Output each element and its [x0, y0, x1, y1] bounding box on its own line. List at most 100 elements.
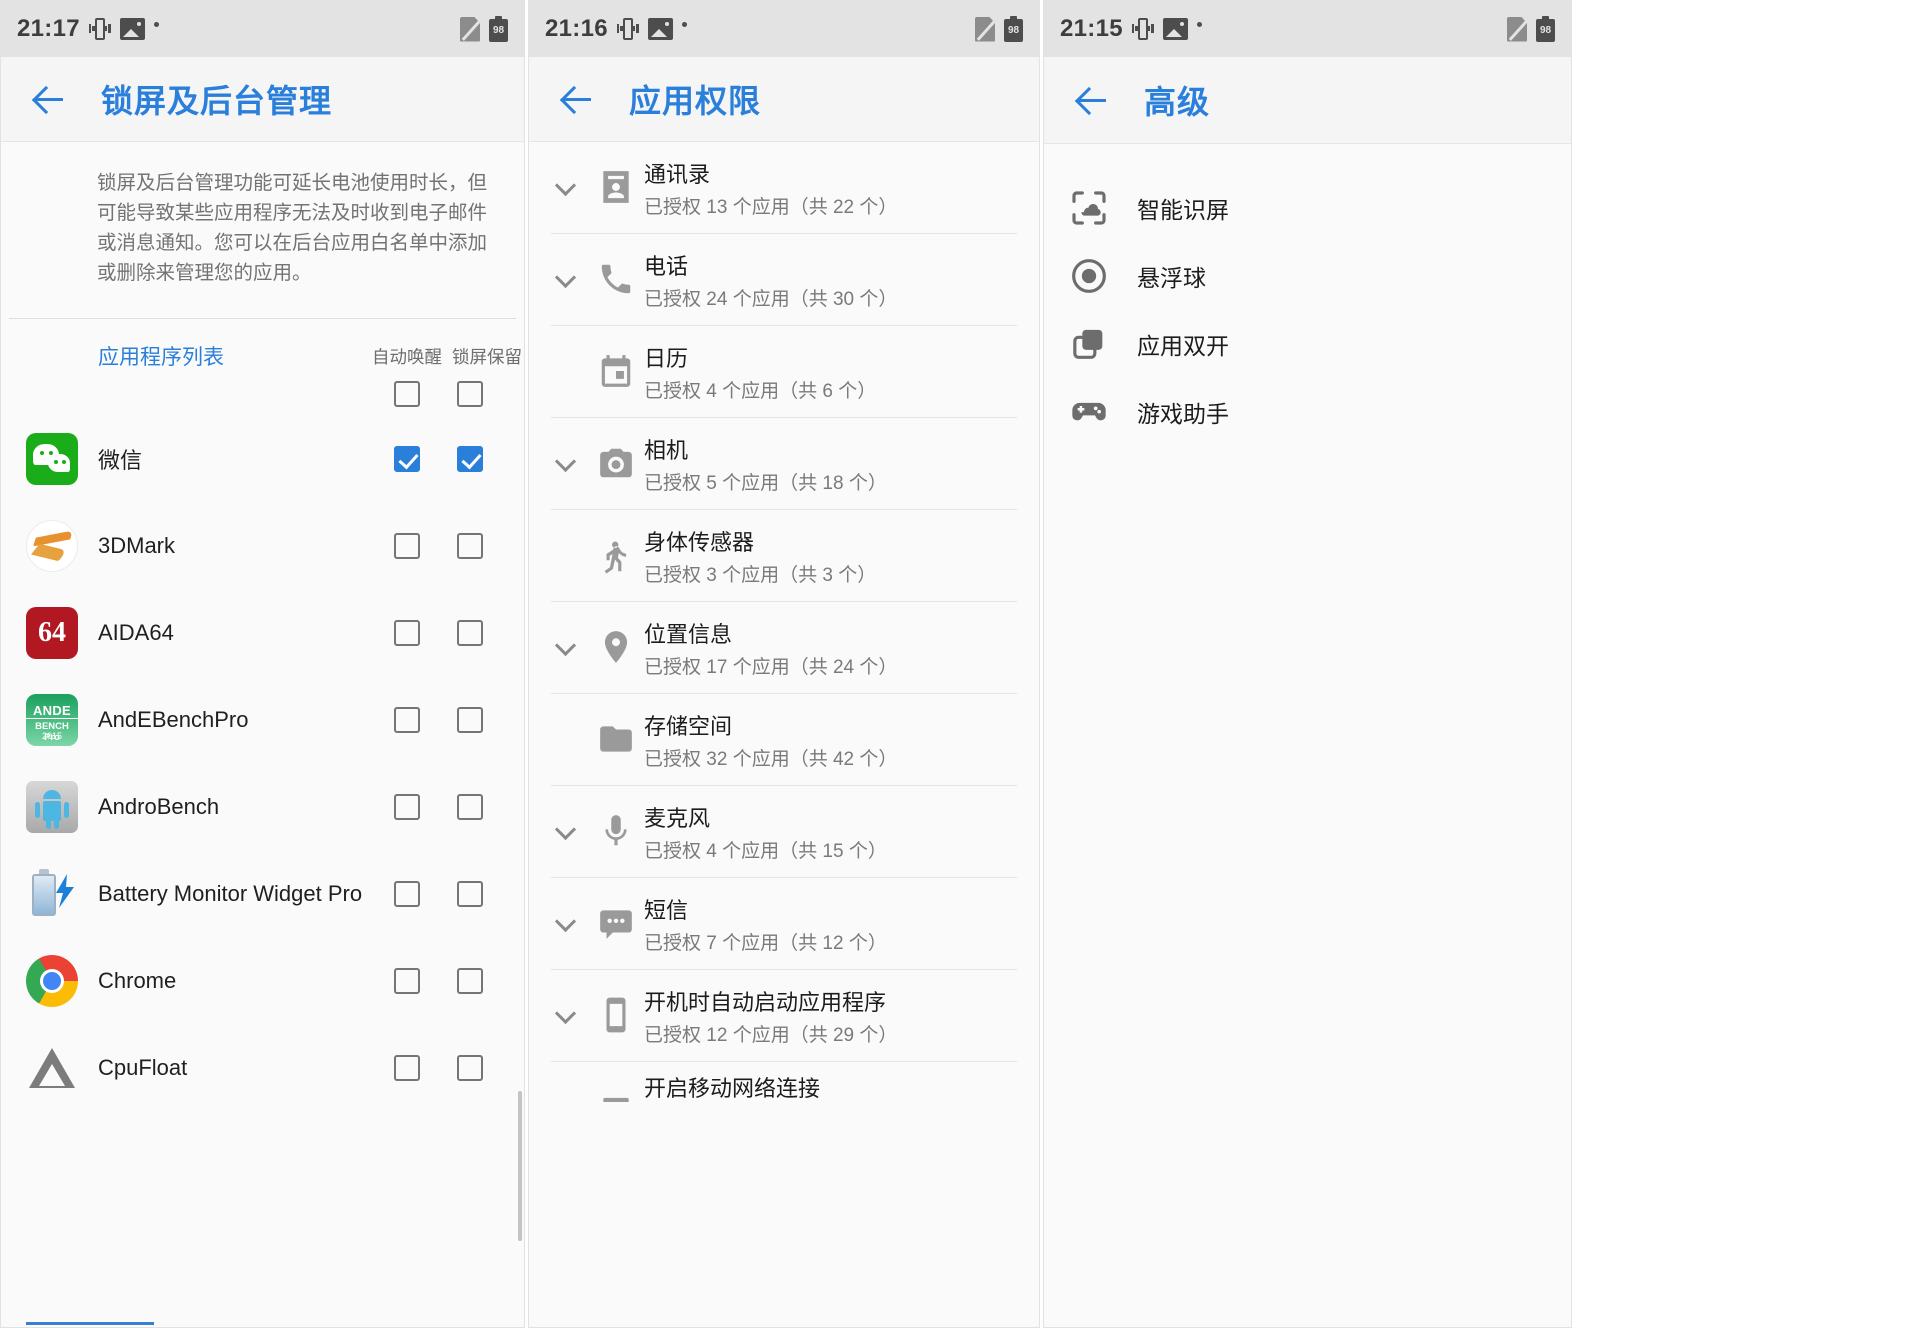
- phone-icon: [597, 260, 635, 298]
- battery-percent: 98: [1007, 24, 1020, 36]
- list-item-smart-screen-recognition[interactable]: 智能识屏: [1044, 174, 1571, 241]
- list-item[interactable]: 位置信息 已授权 17 个应用（共 24 个）: [529, 602, 1039, 693]
- list-item-game-assistant[interactable]: 游戏助手: [1044, 378, 1571, 445]
- back-arrow-icon[interactable]: [27, 76, 73, 122]
- phone-device-icon: [597, 996, 635, 1034]
- chevron-down-icon[interactable]: [556, 914, 576, 934]
- app-name: AndroBench: [98, 793, 220, 819]
- checkbox-keep-on-lock[interactable]: [457, 532, 483, 559]
- app-name: Battery Monitor Widget Pro: [98, 880, 363, 906]
- table-row[interactable]: ANDE BENCH Pro 2015 AndEBenchPro: [1, 676, 524, 763]
- status-bar: 21:15 98: [1044, 1, 1571, 57]
- checkbox-auto-wake[interactable]: [394, 793, 420, 820]
- back-arrow-icon[interactable]: [1070, 77, 1116, 123]
- list-item-text: 存储空间 已授权 32 个应用（共 42 个）: [644, 712, 897, 775]
- list-item-text: 日历 已授权 4 个应用（共 6 个）: [644, 344, 876, 407]
- app-clone-icon: [1069, 324, 1109, 364]
- list-item-text: 麦克风 已授权 4 个应用（共 15 个）: [644, 804, 887, 867]
- checkbox-auto-wake[interactable]: [394, 619, 420, 646]
- checkbox-keep-on-lock[interactable]: [457, 445, 483, 472]
- permission-subtitle: 已授权 4 个应用（共 6 个）: [644, 381, 877, 402]
- permission-title: 位置信息: [644, 622, 733, 647]
- app-name: AIDA64: [98, 619, 174, 645]
- list-item[interactable]: 身体传感器 已授权 3 个应用（共 3 个）: [529, 510, 1039, 601]
- list-item-text: 开机时自动启动应用程序 已授权 12 个应用（共 29 个）: [644, 988, 897, 1051]
- checkbox-auto-wake[interactable]: [394, 967, 420, 994]
- list-item[interactable]: 通讯录 已授权 13 个应用（共 22 个）: [529, 142, 1039, 233]
- app-bar: 高级: [1044, 57, 1571, 143]
- checkbox-keep-on-lock[interactable]: [457, 880, 483, 907]
- permission-subtitle: 已授权 4 个应用（共 15 个）: [644, 841, 887, 862]
- androbench-icon: [26, 780, 78, 833]
- cpufloat-icon: [26, 1042, 78, 1094]
- status-bar-left: 21:16: [545, 15, 687, 43]
- column-header-keep-on-lock: 锁屏保留: [452, 347, 522, 367]
- chevron-down-icon[interactable]: [556, 638, 576, 658]
- permission-title: 身体传感器: [644, 530, 755, 555]
- permission-title: 开启移动网络连接: [644, 1076, 821, 1101]
- header-checkbox-auto-wake[interactable]: [394, 381, 420, 407]
- list-item[interactable]: 相机 已授权 5 个应用（共 18 个）: [529, 418, 1039, 509]
- list-item[interactable]: 开启移动网络连接: [529, 1062, 1039, 1102]
- table-row[interactable]: Battery Monitor Widget Pro: [1, 850, 524, 937]
- permission-title: 麦克风: [644, 806, 711, 831]
- checkbox-auto-wake[interactable]: [394, 532, 420, 559]
- list-item-text: 开启移动网络连接: [644, 1074, 820, 1102]
- no-sim-icon: [975, 16, 998, 42]
- permission-subtitle: 已授权 32 个应用（共 42 个）: [644, 749, 898, 770]
- permission-subtitle: 已授权 7 个应用（共 12 个）: [644, 933, 887, 954]
- permission-subtitle: 已授权 24 个应用（共 30 个）: [644, 289, 898, 310]
- chevron-down-icon[interactable]: [556, 178, 576, 198]
- app-name: 微信: [98, 447, 143, 473]
- chevron-down-icon[interactable]: [556, 270, 576, 290]
- list-item-label: 游戏助手: [1137, 400, 1229, 427]
- list-item[interactable]: 短信 已授权 7 个应用（共 12 个）: [529, 878, 1039, 969]
- checkbox-keep-on-lock[interactable]: [457, 967, 483, 994]
- vibrate-icon: [616, 16, 639, 42]
- battery-monitor-icon: [26, 868, 78, 920]
- list-item[interactable]: 电话 已授权 24 个应用（共 30 个）: [529, 234, 1039, 325]
- checkbox-auto-wake[interactable]: [394, 880, 420, 907]
- chevron-down-icon[interactable]: [556, 1006, 576, 1026]
- table-row[interactable]: CpuFloat: [1, 1024, 524, 1111]
- status-bar-left: 21:17: [17, 15, 159, 43]
- image-icon: [1162, 18, 1188, 40]
- list-item[interactable]: 日历 已授权 4 个应用（共 6 个）: [529, 326, 1039, 417]
- table-row[interactable]: Chrome: [1, 937, 524, 1024]
- list-item[interactable]: 存储空间 已授权 32 个应用（共 42 个）: [529, 694, 1039, 785]
- microphone-icon: [597, 812, 635, 850]
- checkbox-auto-wake[interactable]: [394, 706, 420, 733]
- checkbox-keep-on-lock[interactable]: [457, 619, 483, 646]
- chevron-down-icon[interactable]: [556, 454, 576, 474]
- scrollbar[interactable]: [518, 1091, 522, 1241]
- battery-icon: 98: [1536, 16, 1555, 42]
- smart-screen-recognition-icon: [1069, 188, 1109, 228]
- chevron-down-icon[interactable]: [556, 822, 576, 842]
- table-row[interactable]: 64 AIDA64: [1, 589, 524, 676]
- checkbox-auto-wake[interactable]: [394, 1054, 420, 1081]
- panel-app-permissions: 21:16 98 应用权限 通讯录 已授权 13 个应用（共 22 个） 电话 …: [528, 0, 1040, 1328]
- camera-icon: [597, 444, 635, 482]
- page-title: 应用权限: [629, 83, 762, 119]
- table-row[interactable]: 微信: [1, 415, 524, 502]
- back-arrow-icon[interactable]: [555, 76, 601, 122]
- permission-subtitle: 已授权 5 个应用（共 18 个）: [644, 473, 887, 494]
- checkbox-keep-on-lock[interactable]: [457, 793, 483, 820]
- list-item[interactable]: 开机时自动启动应用程序 已授权 12 个应用（共 29 个）: [529, 970, 1039, 1061]
- aida64-icon: 64: [26, 606, 78, 659]
- checkbox-keep-on-lock[interactable]: [457, 1054, 483, 1081]
- checkbox-keep-on-lock[interactable]: [457, 706, 483, 733]
- table-row[interactable]: AndroBench: [1, 763, 524, 850]
- list-item-text: 电话 已授权 24 个应用（共 30 个）: [644, 252, 897, 315]
- list-header: 应用程序列表 自动唤醒 锁屏保留: [1, 319, 524, 415]
- header-checkbox-keep-on-lock[interactable]: [457, 381, 483, 407]
- list-item[interactable]: 麦克风 已授权 4 个应用（共 15 个）: [529, 786, 1039, 877]
- column-header-auto-wake: 自动唤醒: [372, 347, 442, 367]
- list-item-floating-ball[interactable]: 悬浮球: [1044, 242, 1571, 309]
- permission-title: 短信: [644, 898, 689, 923]
- table-row[interactable]: 3DMark: [1, 502, 524, 589]
- permission-title: 相机: [644, 438, 689, 463]
- list-item-app-clone[interactable]: 应用双开: [1044, 310, 1571, 377]
- checkbox-auto-wake[interactable]: [394, 445, 420, 472]
- permission-title: 开机时自动启动应用程序: [644, 990, 887, 1015]
